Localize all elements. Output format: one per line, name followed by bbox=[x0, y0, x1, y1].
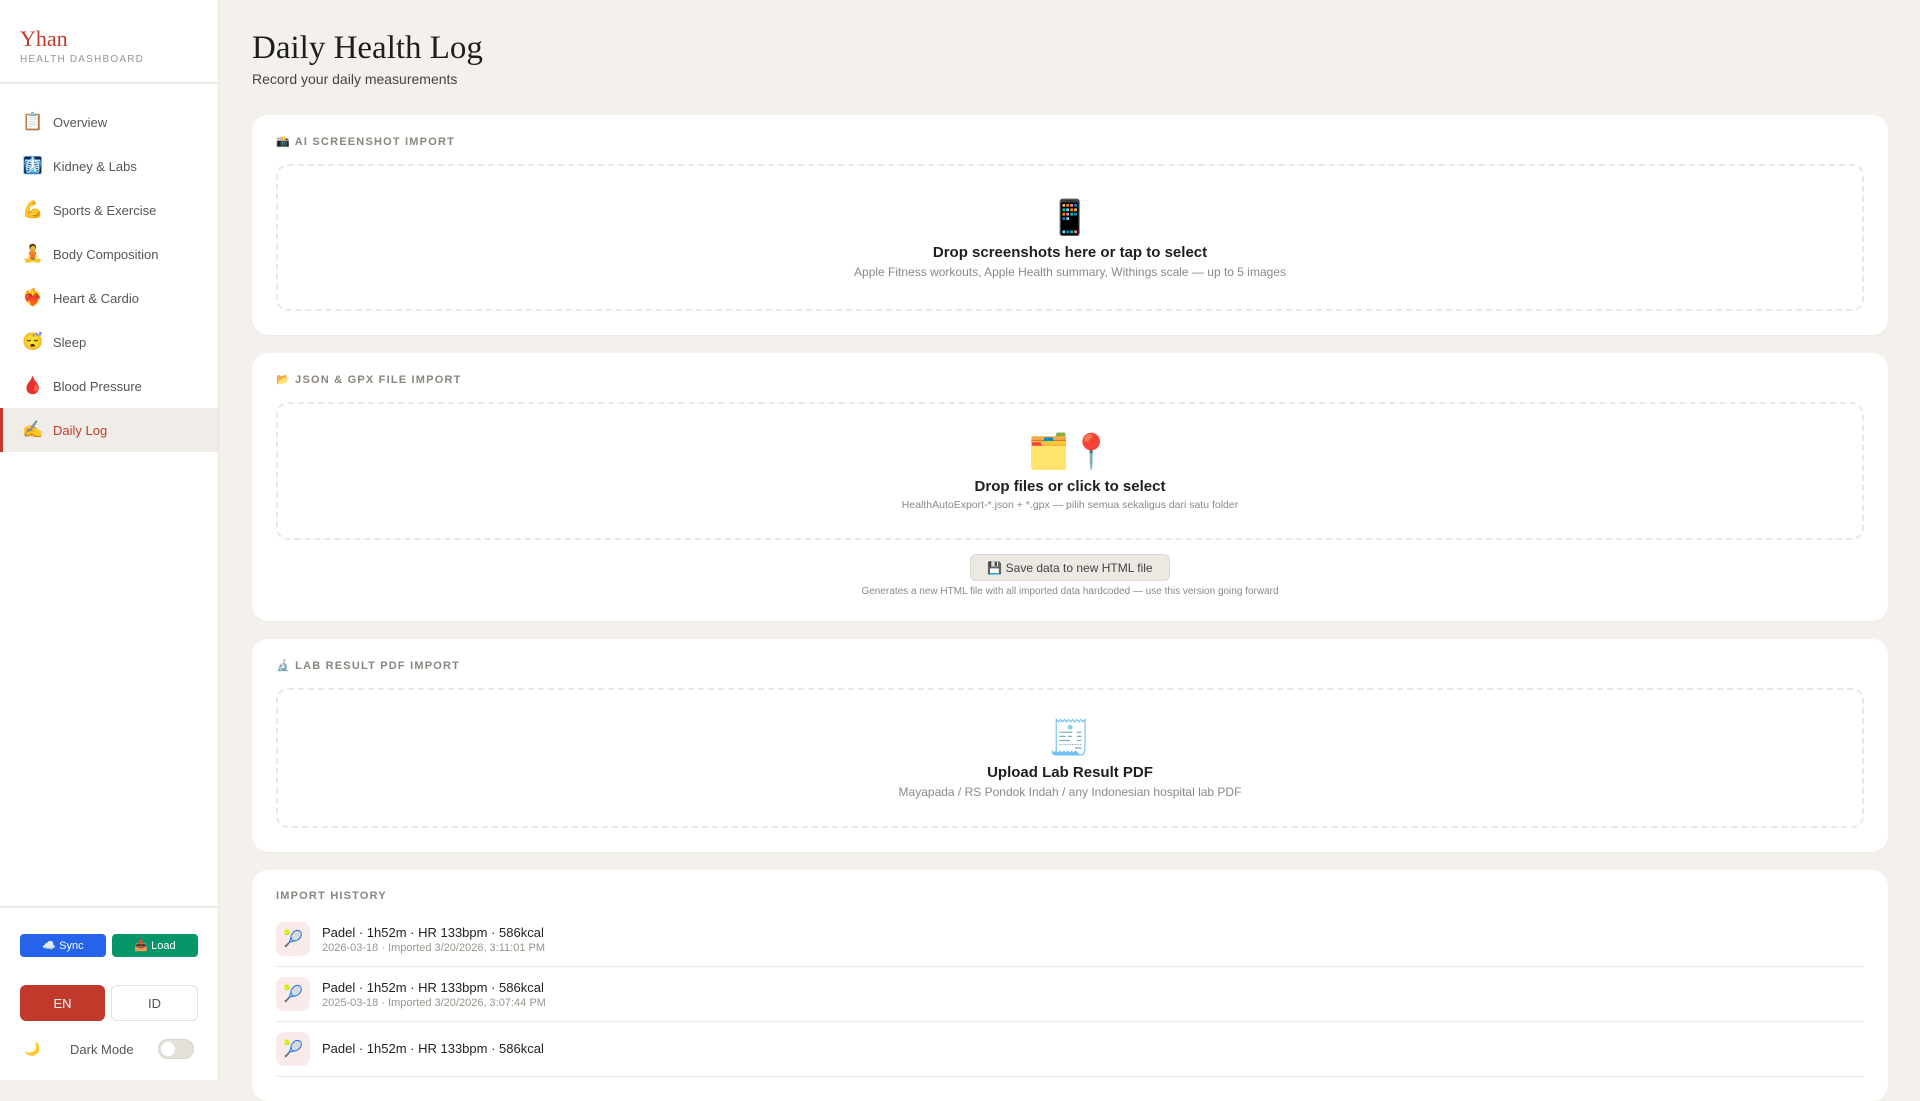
sidebar-item-sleep[interactable]: 😴 Sleep bbox=[0, 320, 218, 364]
sidebar-item-sports-exercise[interactable]: 💪 Sports & Exercise bbox=[0, 188, 218, 232]
sidebar-item-label: Blood Pressure bbox=[53, 378, 142, 394]
file-import-card: 📂 JSON & GPX FILE IMPORT 🗂️📍 Drop files … bbox=[252, 353, 1888, 621]
sidebar-item-kidney-labs[interactable]: 🩻 Kidney & Labs bbox=[0, 144, 218, 188]
receipt-icon: 🧾 bbox=[1048, 719, 1092, 757]
mobile-phone-icon: 📱 bbox=[1048, 199, 1092, 237]
section-heading: 📸 AI SCREENSHOT IMPORT bbox=[276, 136, 456, 148]
dropzone-subtitle: HealthAutoExport-*.json + *.gpx — pilih … bbox=[901, 499, 1239, 511]
sidebar: Yhan HEALTH DASHBOARD 📋 Overview 🩻 Kidney … bbox=[0, 0, 219, 1080]
lotus-position-icon: 🧘 bbox=[22, 244, 44, 263]
history-subtitle: 2025-03-18 · Imported 3/20/2026, 3:07:44… bbox=[322, 996, 546, 1009]
history-title: Padel · 1h52m · HR 133bpm · 586kcal bbox=[322, 979, 544, 995]
load-button[interactable]: 📥 Load bbox=[112, 934, 198, 957]
history-title: Padel · 1h52m · HR 133bpm · 586kcal bbox=[322, 924, 544, 940]
dropzone-title: Drop files or click to select bbox=[974, 478, 1166, 495]
language-switcher: EN ID bbox=[20, 985, 198, 1021]
screenshot-dropzone[interactable]: 📱 Drop screenshots here or tap to select… bbox=[276, 164, 1864, 311]
lab-pdf-dropzone[interactable]: 🧾 Upload Lab Result PDF Mayapada / RS Po… bbox=[276, 688, 1864, 828]
history-item[interactable]: 🎾 Padel · 1h52m · HR 133bpm · 586kcal 2026… bbox=[276, 912, 1864, 967]
dropzone-subtitle: Mayapada / RS Pondok Indah / any Indones… bbox=[898, 785, 1242, 799]
tennis-racket-icon: 🎾 bbox=[276, 922, 310, 956]
history-subtitle: 2026-03-18 · Imported 3/20/2026, 3:11:01… bbox=[322, 941, 545, 954]
save-html-button[interactable]: 💾 Save data to new HTML file bbox=[970, 554, 1170, 581]
lab-import-card: 🔬 LAB RESULT PDF IMPORT 🧾 Upload Lab Res… bbox=[252, 639, 1888, 852]
writing-hand-icon: ✍️ bbox=[22, 420, 44, 439]
save-note: Generates a new HTML file with all impor… bbox=[861, 586, 1279, 597]
sidebar-item-heart-cardio[interactable]: ❤️‍🔥 Heart & Cardio bbox=[0, 276, 218, 320]
brand-name: Yhan bbox=[20, 26, 68, 51]
tennis-racket-icon: 🎾 bbox=[276, 1032, 310, 1066]
screenshot-import-card: 📸 AI SCREENSHOT IMPORT 📱 Drop screenshot… bbox=[252, 115, 1888, 335]
history-title: Padel · 1h52m · HR 133bpm · 586kcal bbox=[322, 1040, 544, 1056]
main-content: Daily Health Log Record your daily measu… bbox=[252, 0, 1888, 1101]
sidebar-item-label: Heart & Cardio bbox=[53, 290, 139, 306]
flexed-biceps-icon: 💪 bbox=[22, 200, 44, 219]
history-item[interactable]: 🎾 Padel · 1h52m · HR 133bpm · 586kcal 2025… bbox=[276, 967, 1864, 1022]
sleeping-face-icon: 😴 bbox=[22, 332, 44, 351]
sidebar-item-label: Kidney & Labs bbox=[53, 158, 137, 174]
language-en-button[interactable]: EN bbox=[20, 985, 105, 1021]
sync-button[interactable]: ☁️ Sync bbox=[20, 934, 106, 957]
dropzone-subtitle: Apple Fitness workouts, Apple Health sum… bbox=[854, 265, 1286, 279]
sidebar-item-daily-log[interactable]: ✍️ Daily Log bbox=[0, 408, 218, 452]
blood-drop-icon: 🩸 bbox=[22, 376, 44, 395]
sidebar-item-label: Daily Log bbox=[53, 422, 108, 438]
brand-subtitle: HEALTH DASHBOARD bbox=[20, 54, 145, 65]
xray-icon: 🩻 bbox=[22, 156, 44, 175]
language-id-button[interactable]: ID bbox=[111, 985, 198, 1021]
page-title: Daily Health Log bbox=[252, 30, 483, 66]
brand: Yhan HEALTH DASHBOARD bbox=[0, 0, 218, 84]
heart-on-fire-icon: ❤️‍🔥 bbox=[22, 288, 44, 307]
sidebar-item-body-composition[interactable]: 🧘 Body Composition bbox=[0, 232, 218, 276]
clipboard-icon: 📋 bbox=[22, 112, 44, 131]
sidebar-footer: ☁️ Sync 📥 Load EN ID 🌙 Dark Mode bbox=[0, 906, 218, 1059]
dark-mode-toggle[interactable] bbox=[158, 1039, 194, 1059]
sidebar-item-overview[interactable]: 📋 Overview bbox=[0, 100, 218, 144]
import-history-card: IMPORT HISTORY 🎾 Padel · 1h52m · HR 133bp… bbox=[252, 870, 1888, 1101]
folder-and-pin-icon: 🗂️📍 bbox=[1027, 433, 1113, 471]
section-heading: IMPORT HISTORY bbox=[276, 890, 387, 902]
sidebar-item-label: Sleep bbox=[53, 334, 87, 350]
history-item[interactable]: 🎾 Padel · 1h52m · HR 133bpm · 586kcal bbox=[276, 1022, 1864, 1077]
dropzone-title: Upload Lab Result PDF bbox=[987, 764, 1153, 781]
dark-mode-row: 🌙 Dark Mode bbox=[20, 1039, 198, 1059]
page-subtitle: Record your daily measurements bbox=[252, 71, 458, 87]
section-heading: 🔬 LAB RESULT PDF IMPORT bbox=[276, 660, 461, 672]
file-dropzone[interactable]: 🗂️📍 Drop files or click to select Health… bbox=[276, 402, 1864, 540]
sidebar-nav: 📋 Overview 🩻 Kidney & Labs 💪 Sports & Exerc… bbox=[0, 100, 218, 452]
sidebar-item-label: Body Composition bbox=[53, 246, 159, 262]
sidebar-item-label: Sports & Exercise bbox=[53, 202, 157, 218]
section-heading: 📂 JSON & GPX FILE IMPORT bbox=[276, 374, 462, 386]
dropzone-title: Drop screenshots here or tap to select bbox=[932, 244, 1208, 261]
dark-mode-label: Dark Mode bbox=[70, 1041, 134, 1057]
tennis-racket-icon: 🎾 bbox=[276, 977, 310, 1011]
sidebar-item-label: Overview bbox=[53, 114, 108, 130]
sidebar-item-blood-pressure[interactable]: 🩸 Blood Pressure bbox=[0, 364, 218, 408]
moon-icon: 🌙 bbox=[24, 1041, 41, 1056]
